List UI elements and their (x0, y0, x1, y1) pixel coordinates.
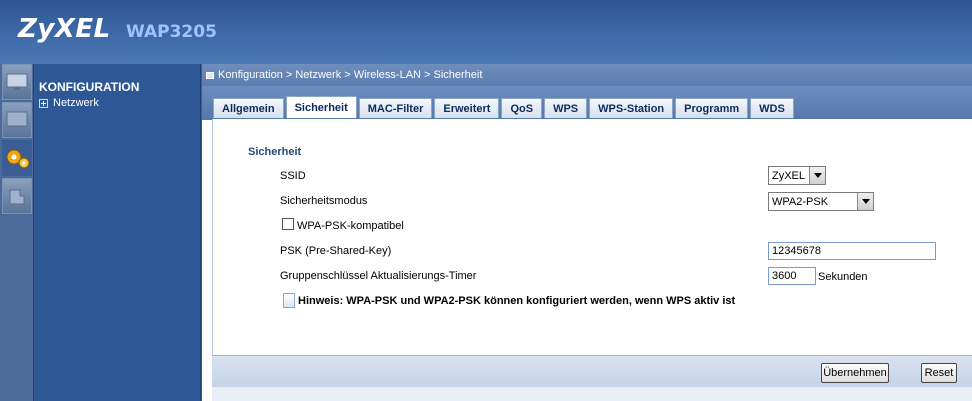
timer-label: Gruppenschlüssel Aktualisierungs-Timer (280, 270, 477, 282)
security-mode-select[interactable]: WPA2-PSK (768, 192, 874, 211)
ssid-select[interactable]: ZyXEL (768, 166, 826, 185)
sidebar: KONFIGURATION Netzwerk (35, 64, 201, 401)
rail-maintenance-button[interactable] (2, 178, 32, 214)
ssid-value: ZyXEL (772, 169, 806, 182)
brand-logo: ZyXEL (18, 14, 111, 44)
model-name: WAP3205 (126, 22, 217, 42)
tab-qos[interactable]: QoS (501, 98, 543, 118)
maintenance-icon (9, 189, 25, 205)
folder-icon (206, 71, 214, 79)
action-bar: Übernehmen Reset (212, 355, 972, 387)
rail-configuration-button[interactable] (2, 140, 32, 176)
tab-mac-filter[interactable]: MAC-Filter (358, 98, 433, 118)
monitor-icon (6, 73, 28, 90)
expand-plus-icon[interactable] (39, 98, 48, 108)
tab-wps-station[interactable]: WPS-Station (589, 98, 674, 118)
icon-rail (0, 64, 34, 401)
sidebar-item-netzwerk[interactable]: Netzwerk (39, 97, 99, 109)
tab-sicherheit[interactable]: Sicherheit (285, 96, 357, 118)
psk-label: PSK (Pre-Shared-Key) (280, 245, 392, 257)
tab-list: Allgemein Sicherheit MAC-Filter Erweiter… (213, 96, 794, 118)
main-content: Allgemein Sicherheit MAC-Filter Erweiter… (202, 86, 972, 401)
sidebar-item-label: Netzwerk (53, 97, 99, 109)
wpa-compat-label: WPA-PSK-kompatibel (297, 220, 404, 232)
tab-erweitert[interactable]: Erweitert (434, 98, 500, 118)
apply-button[interactable]: Übernehmen (821, 363, 889, 383)
tabs-bar: Allgemein Sicherheit MAC-Filter Erweiter… (202, 86, 972, 120)
section-title: Sicherheit (248, 146, 302, 158)
hint-text: Hinweis: WPA-PSK und WPA2-PSK können kon… (298, 295, 736, 307)
chevron-down-icon[interactable] (857, 193, 873, 210)
security-mode-label: Sicherheitsmodus (280, 195, 368, 207)
tab-wps[interactable]: WPS (544, 98, 588, 118)
tab-programm[interactable]: Programm (675, 98, 749, 118)
wpa-compat-checkbox[interactable] (282, 218, 294, 230)
breadcrumb: Konfiguration > Netzwerk > Wireless-LAN … (202, 64, 972, 86)
tab-wds[interactable]: WDS (750, 98, 794, 118)
rail-status-button[interactable] (2, 64, 32, 100)
sidebar-title: KONFIGURATION (39, 80, 140, 94)
security-panel: Sicherheit SSID ZyXEL Sicherheitsmodus W… (212, 119, 972, 387)
note-icon (283, 293, 295, 308)
app-header: ZyXEL WAP3205 (0, 0, 972, 64)
breadcrumb-text: Konfiguration > Netzwerk > Wireless-LAN … (218, 69, 483, 81)
timer-input[interactable]: 3600 (768, 267, 816, 285)
bottom-strip (212, 387, 972, 401)
reset-button[interactable]: Reset (921, 363, 957, 383)
screen-icon (6, 111, 28, 127)
ssid-label: SSID (280, 170, 306, 182)
rail-monitor-button[interactable] (2, 102, 32, 138)
gears-icon (6, 149, 30, 169)
timer-unit: Sekunden (818, 271, 868, 283)
psk-input[interactable]: 12345678 (768, 242, 936, 260)
security-mode-value: WPA2-PSK (772, 195, 829, 208)
tab-allgemein[interactable]: Allgemein (213, 98, 284, 118)
chevron-down-icon[interactable] (809, 167, 825, 184)
